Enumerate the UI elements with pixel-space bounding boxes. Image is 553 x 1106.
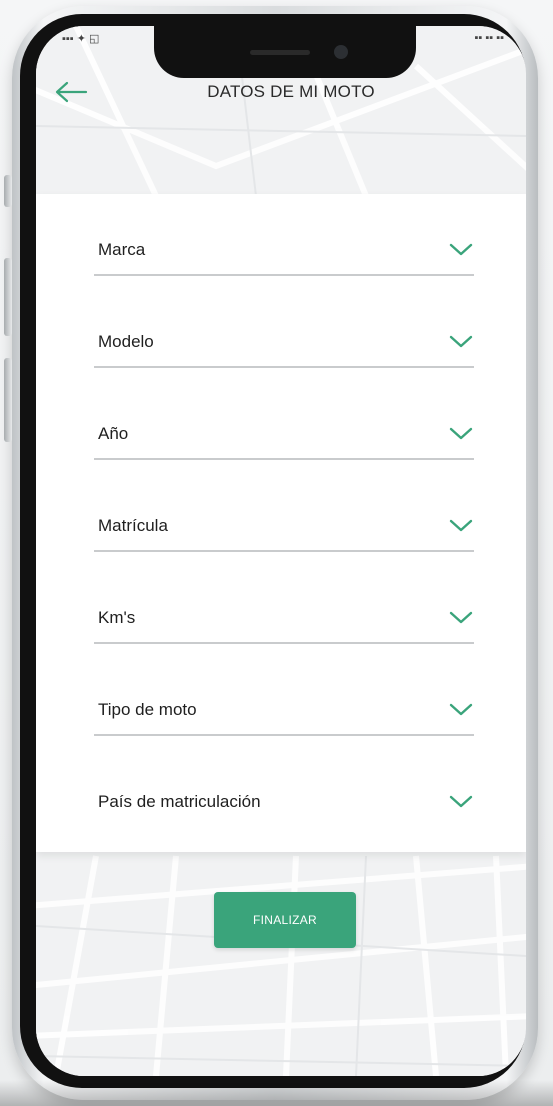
model-select[interactable]: Modelo: [94, 296, 474, 368]
registration-country-select[interactable]: País de matriculación: [94, 756, 474, 826]
field-label: Marca: [98, 240, 146, 259]
brand-select[interactable]: Marca: [94, 204, 474, 276]
front-camera: [334, 45, 348, 59]
bottom-shadow: [0, 1080, 553, 1106]
field-label: Año: [98, 424, 129, 443]
chevron-down-icon: [449, 795, 473, 808]
field-label: País de matriculación: [98, 792, 261, 811]
mileage-select[interactable]: Km's: [94, 572, 474, 644]
field-label: Matrícula: [98, 516, 168, 535]
phone-side-button-mute: [4, 175, 12, 207]
phone-side-button-volume-down: [4, 358, 12, 442]
phone-side-button-volume-up: [4, 258, 12, 336]
chevron-down-icon: [449, 335, 473, 348]
bike-type-select[interactable]: Tipo de moto: [94, 664, 474, 736]
status-bar-right: ▪▪ ▪▪ ▪▪: [474, 32, 504, 44]
field-label: Modelo: [98, 332, 154, 351]
status-bar-left: ▪▪▪ ✦ ◱: [62, 33, 100, 45]
chevron-down-icon: [449, 519, 473, 532]
year-select[interactable]: Año: [94, 388, 474, 460]
chevron-down-icon: [449, 611, 473, 624]
field-label: Tipo de moto: [98, 700, 197, 719]
page-title: DATOS DE MI MOTO: [207, 82, 375, 101]
stage: ▪▪▪ ✦ ◱ ▪▪ ▪▪ ▪▪ DATOS DE MI MOTO Marca …: [0, 0, 553, 1106]
speaker: [250, 50, 310, 55]
finish-button[interactable]: FINALIZAR: [214, 892, 356, 948]
chevron-down-icon: [449, 243, 473, 256]
notch: [154, 26, 416, 78]
field-label: Km's: [98, 608, 136, 627]
phone-screen: ▪▪▪ ✦ ◱ ▪▪ ▪▪ ▪▪ DATOS DE MI MOTO Marca …: [36, 26, 526, 1076]
motorcycle-form: Marca Modelo Año Matrícula Km's Tipo de …: [36, 194, 526, 852]
plate-select[interactable]: Matrícula: [94, 480, 474, 552]
chevron-down-icon: [449, 703, 473, 716]
chevron-down-icon: [449, 427, 473, 440]
